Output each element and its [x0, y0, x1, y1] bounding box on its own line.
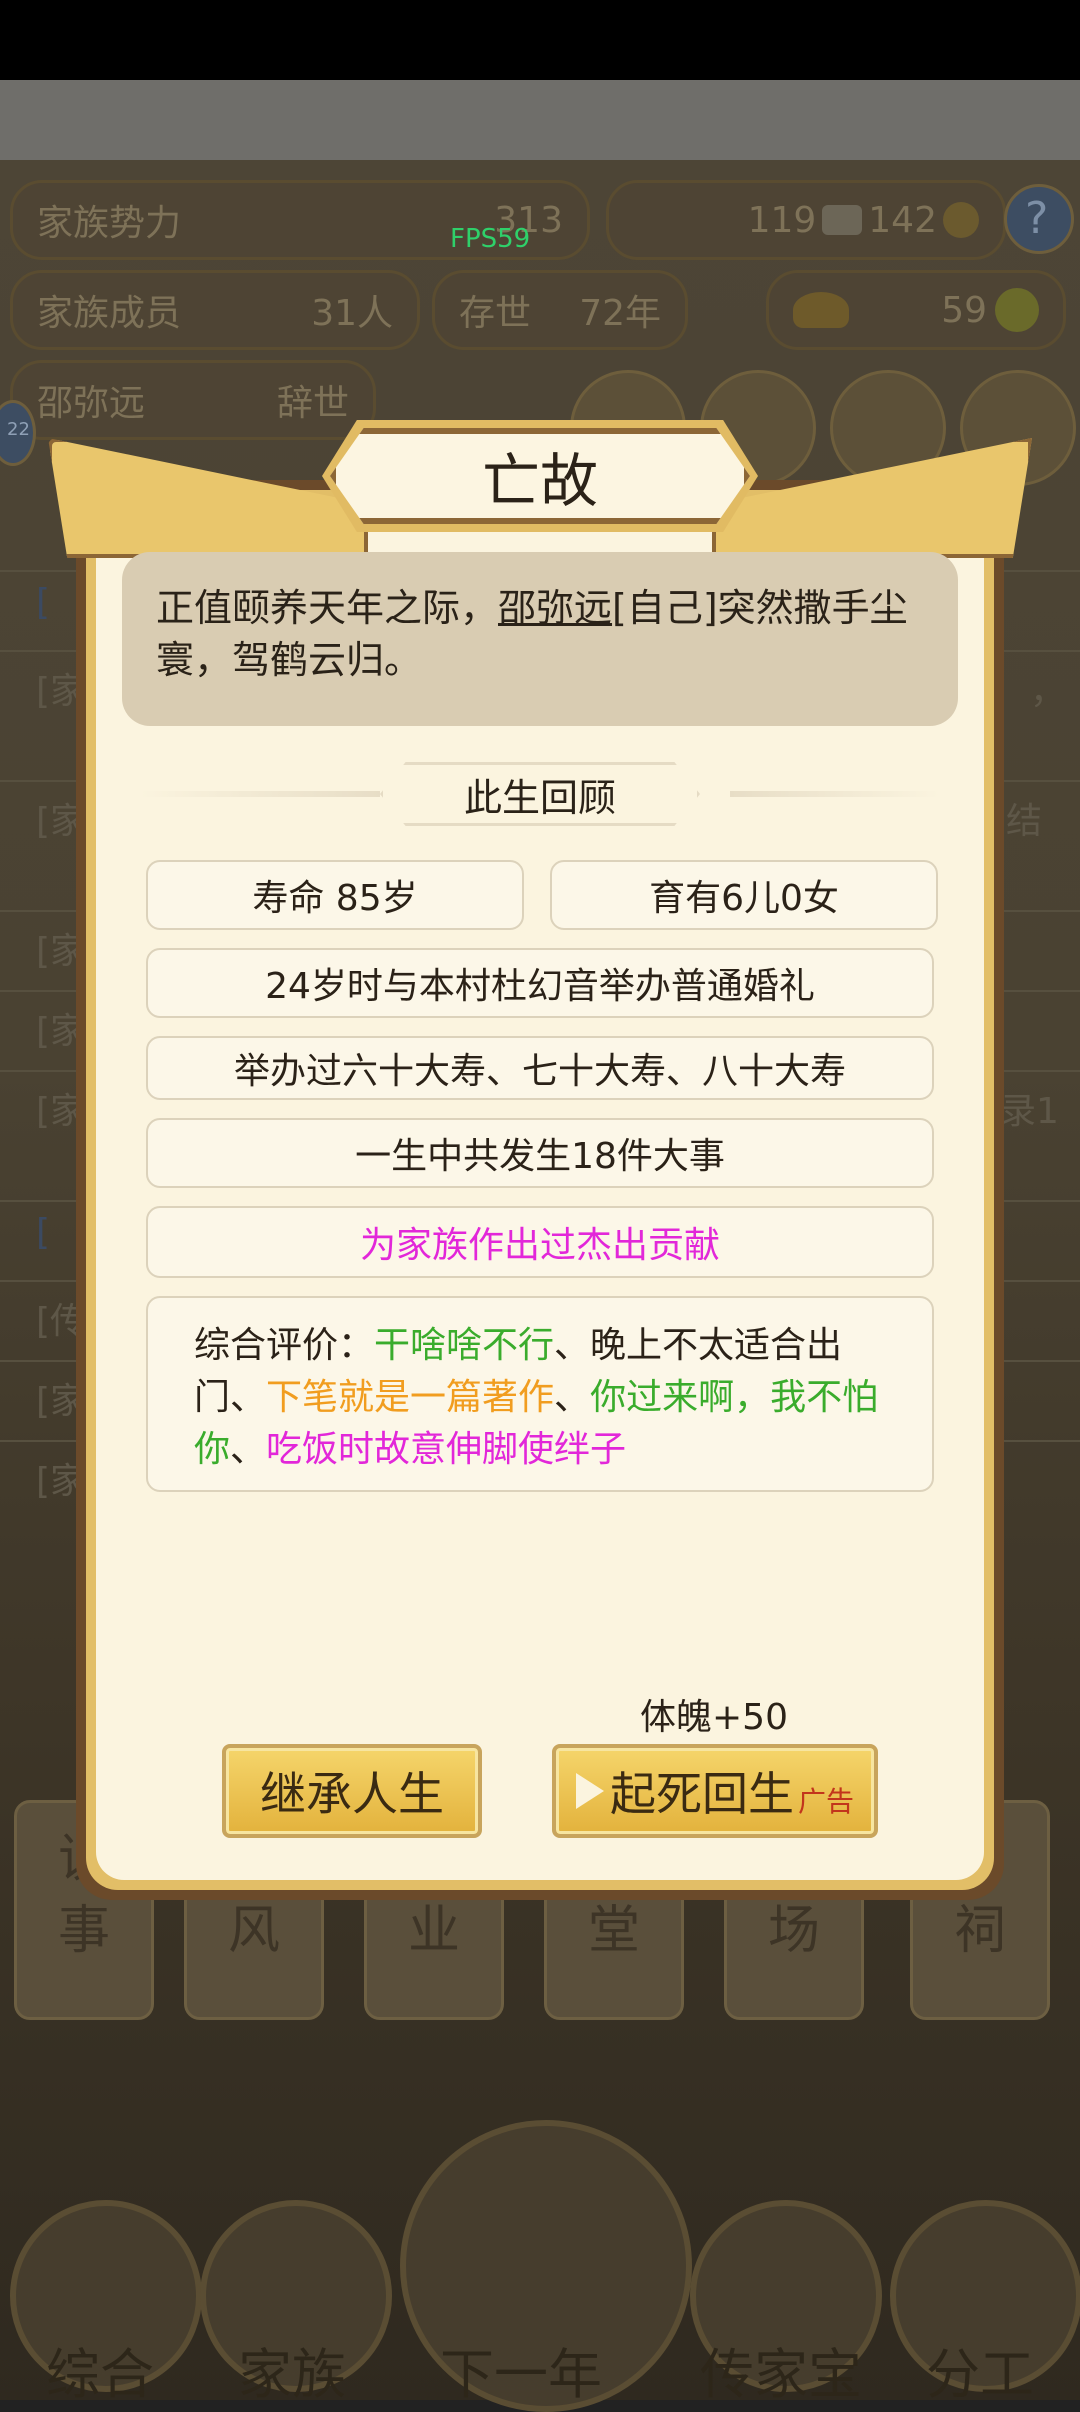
- help-icon[interactable]: ?: [1004, 184, 1074, 254]
- death-notice: 正值颐养天年之际，邵弥远[自己]突然撒手尘寰，驾鹤云归。: [122, 552, 958, 726]
- resource1-value: 119: [747, 199, 817, 241]
- person-status: 辞世: [276, 383, 349, 424]
- life-review-heading: 此生回顾: [380, 762, 700, 826]
- notice-person-name[interactable]: 邵弥远: [498, 586, 612, 630]
- birthdays-card: 举办过六十大寿、七十大寿、八十大寿: [146, 1036, 934, 1100]
- children-card: 育有6儿0女: [550, 860, 938, 930]
- person-status-panel[interactable]: 邵弥远 辞世: [10, 360, 376, 440]
- inherit-life-button[interactable]: 继承人生: [222, 1744, 482, 1838]
- nav-heirloom-label[interactable]: 传家宝: [700, 2330, 862, 2409]
- divider-left: [140, 791, 380, 797]
- lifespan-card: 寿命 85岁: [146, 860, 524, 930]
- trait: 下笔就是一篇著作: [266, 1377, 555, 1418]
- ingot-icon: [822, 205, 863, 235]
- fps-counter: FPS59: [450, 224, 531, 254]
- contribution-card: 为家族作出过杰出贡献: [146, 1206, 934, 1278]
- evaluation-card: 综合评价：干啥啥不行、晚上不太适合出门、下笔就是一篇著作、你过来啊，我不怕你、吃…: [146, 1296, 934, 1492]
- nav-family-label[interactable]: 家族: [238, 2330, 346, 2409]
- gold-value: 59: [941, 289, 987, 331]
- person-name: 邵弥远: [37, 383, 146, 424]
- family-power-label: 家族势力: [37, 203, 182, 244]
- alive-years-panel: 存世 72年: [432, 270, 688, 350]
- status-bar: [0, 0, 1080, 80]
- nav-next-year-label[interactable]: 下一年: [440, 2330, 602, 2409]
- marriage-card: 24岁时与本村杜幻音举办普通婚礼: [146, 948, 934, 1018]
- dialog-title: 亡故: [330, 428, 750, 524]
- trait: 干啥啥不行: [374, 1325, 555, 1366]
- family-members-label: 家族成员: [37, 293, 182, 334]
- gold-ingot-icon: [793, 292, 849, 328]
- gold-panel[interactable]: 59: [766, 270, 1066, 350]
- evaluation-label: 综合评价：: [194, 1325, 375, 1366]
- events-card: 一生中共发生18件大事: [146, 1118, 934, 1188]
- inherit-label: 继承人生: [260, 1767, 444, 1821]
- family-members-panel[interactable]: 家族成员 31人: [10, 270, 420, 350]
- revive-bonus: 体魄+50: [640, 1697, 788, 1738]
- divider-right: [730, 791, 940, 797]
- resource2-value: 142: [868, 199, 937, 241]
- nav-division-label[interactable]: 分工: [926, 2330, 1034, 2409]
- notice-prefix: 正值颐养天年之际，: [156, 586, 499, 630]
- nav-overview-label[interactable]: 综合: [46, 2330, 154, 2409]
- family-members-value: 31人: [311, 293, 393, 334]
- play-icon: [575, 1773, 604, 1809]
- revive-button[interactable]: 起死回生 广告: [552, 1744, 878, 1838]
- alive-value: 72年: [579, 293, 661, 334]
- currency-panel[interactable]: 119 142: [606, 180, 1006, 260]
- add-gold-icon[interactable]: [995, 288, 1039, 332]
- alive-label: 存世: [459, 293, 532, 334]
- revive-label: 起死回生: [609, 1767, 794, 1821]
- trait: 吃饭时故意伸脚使绊子: [266, 1429, 627, 1470]
- badge-count: 22: [7, 419, 30, 440]
- ad-tag: 广告: [797, 1785, 854, 1818]
- coin-icon: [943, 202, 979, 238]
- top-band: [0, 80, 1080, 160]
